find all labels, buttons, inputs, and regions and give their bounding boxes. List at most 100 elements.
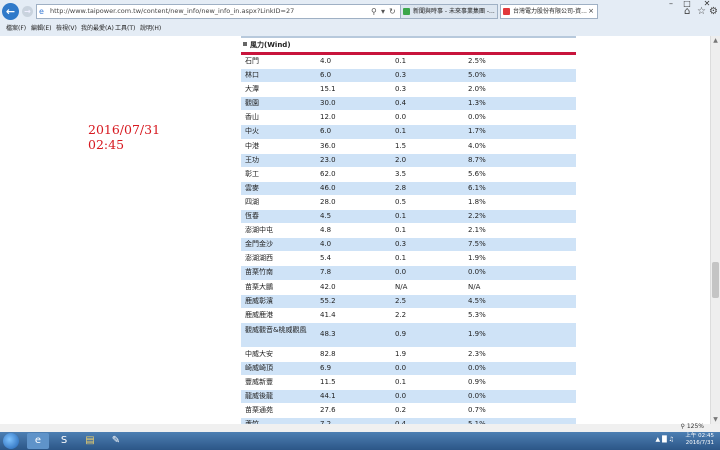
refresh-icon[interactable]: ↻ <box>389 6 396 18</box>
tab-favicon-icon <box>403 8 410 15</box>
cell-utilization: 6.1% <box>468 183 486 192</box>
section-title: 風力(Wind) <box>250 41 291 49</box>
search-icon[interactable]: ⚲ <box>371 6 377 18</box>
cell-capacity: 48.3 <box>320 329 336 338</box>
cell-utilization: 1.9% <box>468 329 486 338</box>
menu-edit[interactable]: 編輯(E) <box>31 23 51 32</box>
tab-news[interactable]: 新聞與時事 - 未來事業集團 -... <box>400 4 498 19</box>
table-row: 龍威後龍 44.1 0.0 0.0% <box>241 390 576 405</box>
tab-title: 新聞與時事 - 未來事業集團 -... <box>413 8 495 15</box>
tab-favicon-icon <box>503 8 510 15</box>
dropdown-icon[interactable]: ▾ <box>381 6 385 18</box>
table-row: 恆春 4.5 0.1 2.2% <box>241 210 576 225</box>
cell-output: 1.9 <box>395 349 407 358</box>
taskbar-clock[interactable]: 上午 02:45 2016/7/31 <box>685 433 714 447</box>
table-row: 香山 12.0 0.0 0.0% <box>241 111 576 126</box>
address-url[interactable]: http://www.taipower.com.tw/content/new_i… <box>50 7 294 15</box>
cell-plant-name: 鹿威鹿港 <box>245 310 273 319</box>
cell-plant-name: 四湖 <box>245 197 259 206</box>
cell-utilization: 2.3% <box>468 349 486 358</box>
cell-plant-name: 王功 <box>245 155 259 164</box>
cell-capacity: 4.8 <box>320 226 332 235</box>
scroll-down-icon[interactable]: ▼ <box>711 415 720 424</box>
cell-output: 0.0 <box>395 363 407 372</box>
cell-utilization: 8.7% <box>468 155 486 164</box>
cell-output: 0.2 <box>395 406 407 415</box>
menu-help[interactable]: 說明(H) <box>140 23 161 32</box>
cell-output: 2.5 <box>395 296 407 305</box>
volume-icon[interactable]: ♫ <box>669 436 674 443</box>
cell-output: 0.1 <box>395 377 407 386</box>
explorer-taskbar-icon[interactable]: ▤ <box>79 433 101 449</box>
minimize-button[interactable]: – <box>664 0 678 10</box>
cell-output: 3.5 <box>395 169 407 178</box>
cell-output: 0.4 <box>395 99 407 108</box>
cell-output: 2.0 <box>395 155 407 164</box>
cell-plant-name: 中港 <box>245 141 259 150</box>
cell-utilization: 0.0% <box>468 392 486 401</box>
scroll-up-icon[interactable]: ▲ <box>711 36 720 45</box>
zoom-value: 125% <box>686 423 704 430</box>
close-window-button[interactable]: ✕ <box>696 0 718 10</box>
cell-utilization: 5.0% <box>468 71 486 80</box>
cell-utilization: 1.3% <box>468 99 486 108</box>
cell-capacity: 11.5 <box>320 377 336 386</box>
status-bar: ⚲ 125% <box>0 423 720 432</box>
maximize-button[interactable]: □ <box>680 0 694 10</box>
address-bar[interactable]: e http://www.taipower.com.tw/content/new… <box>36 4 401 19</box>
paint-taskbar-icon[interactable]: ✎ <box>105 433 127 449</box>
table-row: 崎威崎頂 6.9 0.0 0.0% <box>241 361 576 376</box>
table-row: 雲麥 46.0 2.8 6.1% <box>241 181 576 196</box>
cell-utilization: 5.6% <box>468 169 486 178</box>
cell-plant-name: 澎湖中屯 <box>245 226 273 235</box>
cell-capacity: 5.4 <box>320 254 332 263</box>
cell-utilization: 5.3% <box>468 310 486 319</box>
ie-taskbar-icon[interactable]: e <box>27 433 49 449</box>
menu-tools[interactable]: 工具(T) <box>115 23 135 32</box>
cell-utilization: 0.7% <box>468 406 486 415</box>
cell-capacity: 4.0 <box>320 57 332 65</box>
menu-view[interactable]: 檢視(V) <box>56 23 77 32</box>
scroll-thumb[interactable] <box>712 262 719 298</box>
cell-plant-name: 大潭 <box>245 85 259 94</box>
table-row: 金門金沙 4.0 0.3 7.5% <box>241 238 576 253</box>
cell-output: 2.8 <box>395 183 407 192</box>
zoom-level[interactable]: ⚲ 125% <box>681 423 704 430</box>
network-icon[interactable]: █ <box>662 436 667 443</box>
menu-favorites[interactable]: 我的最愛(A) <box>81 23 114 32</box>
cell-plant-name: 林口 <box>245 71 259 80</box>
section-header: 風力(Wind) <box>241 38 576 55</box>
menu-file[interactable]: 檔案(F) <box>6 23 26 32</box>
cell-capacity: 36.0 <box>320 141 336 150</box>
cell-output: 0.0 <box>395 392 407 401</box>
cell-utilization: 2.0% <box>468 85 486 94</box>
cell-capacity: 42.0 <box>320 282 336 291</box>
system-tray[interactable]: ▲ █ ♫ <box>656 436 674 443</box>
cell-utilization: 0.0% <box>468 268 486 277</box>
cell-capacity: 82.8 <box>320 349 336 358</box>
cell-capacity: 6.0 <box>320 127 332 136</box>
cell-utilization: 1.7% <box>468 127 486 136</box>
start-button[interactable] <box>3 433 19 449</box>
table-row: 苗栗通苑 27.6 0.2 0.7% <box>241 404 576 419</box>
cell-output: 0.3 <box>395 240 407 249</box>
vertical-scrollbar[interactable]: ▲ ▼ <box>710 36 720 424</box>
table-row: 林口 6.0 0.3 5.0% <box>241 69 576 84</box>
forward-button[interactable]: → <box>22 6 33 17</box>
cell-capacity: 28.0 <box>320 197 336 206</box>
table-row: 四湖 28.0 0.5 1.8% <box>241 195 576 211</box>
cell-capacity: 30.0 <box>320 99 336 108</box>
back-button[interactable]: ← <box>2 3 19 20</box>
tray-arrow-icon[interactable]: ▲ <box>656 436 661 443</box>
cell-utilization: 0.0% <box>468 113 486 122</box>
table-row: 大潭 15.1 0.3 2.0% <box>241 83 576 98</box>
tab-taipower[interactable]: 台灣電力股份有限公司-資... × <box>500 4 598 19</box>
skype-taskbar-icon[interactable]: S <box>53 433 75 449</box>
cell-capacity: 7.8 <box>320 268 332 277</box>
cell-utilization: N/A <box>468 282 481 291</box>
cell-capacity: 23.0 <box>320 155 336 164</box>
cell-capacity: 46.0 <box>320 183 336 192</box>
cell-utilization: 4.0% <box>468 141 486 150</box>
table-row: 彰工 62.0 3.5 5.6% <box>241 167 576 182</box>
close-tab-icon[interactable]: × <box>588 5 594 18</box>
